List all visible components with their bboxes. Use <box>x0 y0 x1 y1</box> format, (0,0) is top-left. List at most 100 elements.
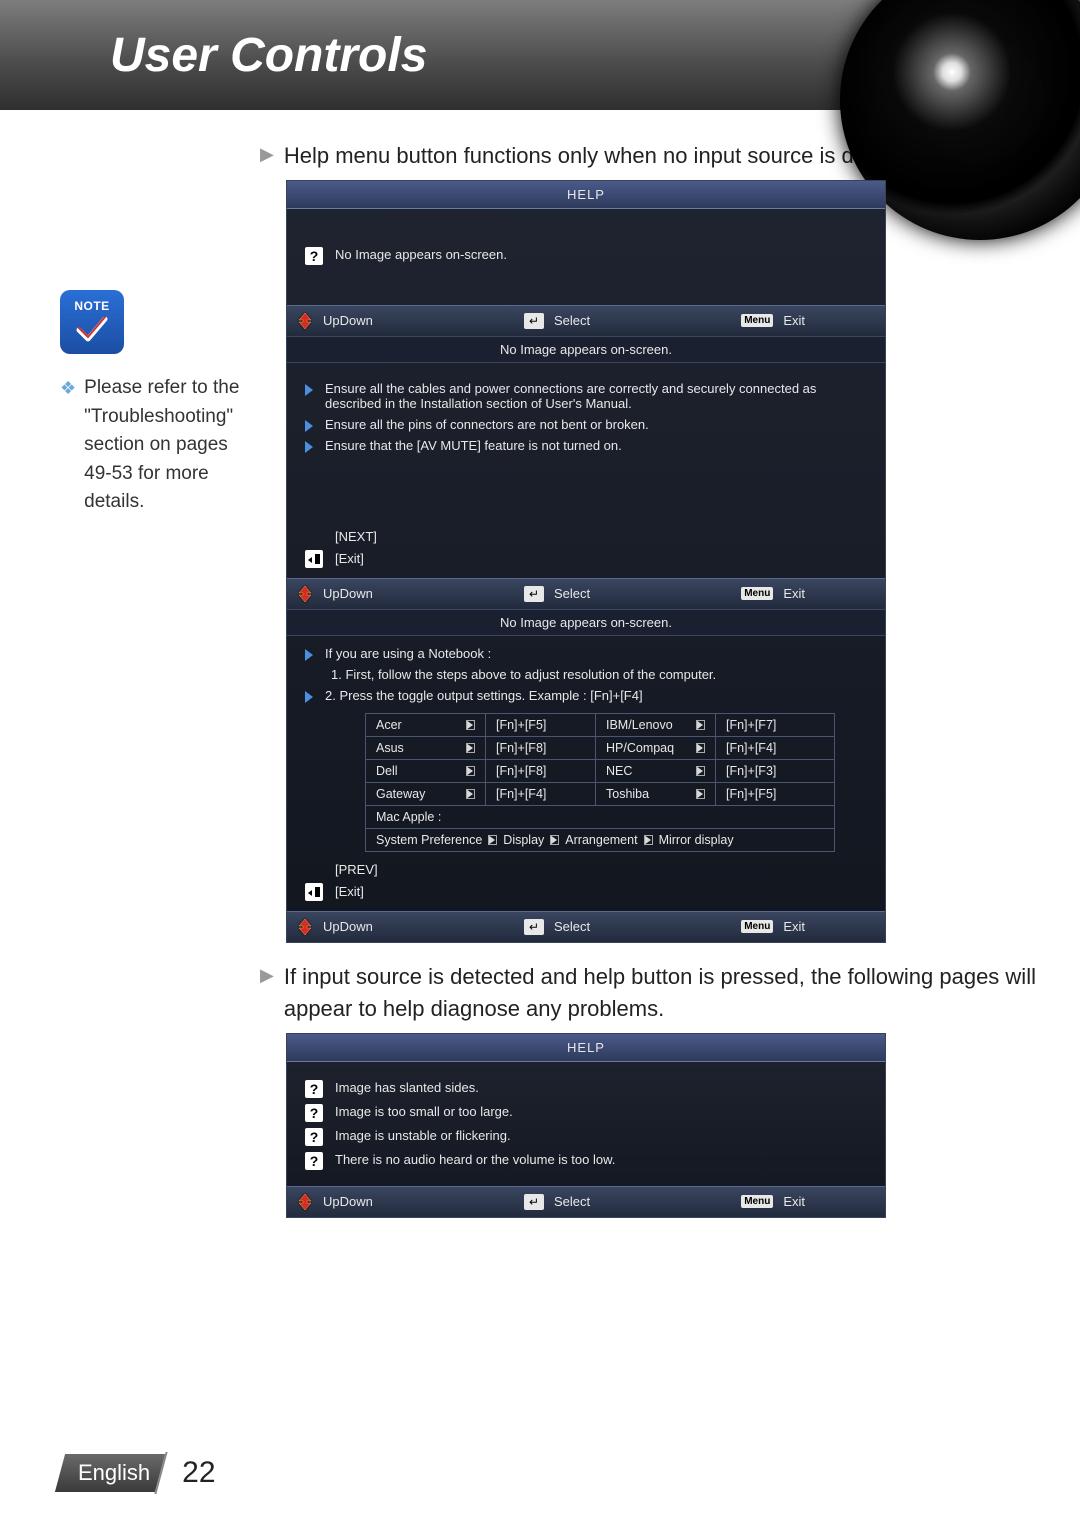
menu-icon: Menu <box>741 1195 773 1208</box>
osd-item: No Image appears on-screen. <box>335 247 507 262</box>
arrow-right-icon <box>466 743 475 753</box>
osd-footer: UpDown ↵ Select Menu Exit <box>287 578 885 609</box>
osd-footer: UpDown ↵ Select Menu Exit <box>287 305 885 336</box>
exit-icon <box>305 883 323 901</box>
arrow-right-icon <box>696 766 705 776</box>
brand-key: [Fn]+[F8] <box>486 760 596 782</box>
brand-key: [Fn]+[F3] <box>716 760 826 782</box>
osd-section-title: No Image appears on-screen. <box>287 609 885 636</box>
osd-item: There is no audio heard or the volume is… <box>335 1152 615 1167</box>
osd-bullet: Ensure all the pins of connectors are no… <box>325 417 649 432</box>
arrow-right-icon <box>466 789 475 799</box>
exit-link: [Exit] <box>335 551 364 566</box>
brand-name: Acer <box>376 718 402 732</box>
brand-key: [Fn]+[F5] <box>716 783 826 805</box>
brand-key: [Fn]+[F4] <box>716 737 826 759</box>
osd-item: Image is unstable or flickering. <box>335 1128 511 1143</box>
brand-name: HP/Compaq <box>606 741 674 755</box>
osd-section-title: No Image appears on-screen. <box>287 336 885 363</box>
arrow-right-icon <box>466 766 475 776</box>
question-icon: ? <box>305 247 323 265</box>
caret-icon <box>305 384 313 396</box>
updown-arrow-icon <box>297 1193 313 1211</box>
question-icon: ? <box>305 1128 323 1146</box>
enter-icon: ↵ <box>524 586 544 602</box>
exit-link: [Exit] <box>335 884 364 899</box>
select-label: Select <box>554 919 590 934</box>
enter-icon: ↵ <box>524 313 544 329</box>
enter-icon: ↵ <box>524 919 544 935</box>
brand-name: NEC <box>606 764 632 778</box>
updown-arrow-icon <box>297 918 313 936</box>
exit-label: Exit <box>783 313 805 328</box>
brand-name: IBM/Lenovo <box>606 718 673 732</box>
mac-label: Mac Apple : <box>366 806 834 828</box>
arrow-right-icon <box>696 789 705 799</box>
osd-bullet: Ensure all the cables and power connecti… <box>325 381 867 411</box>
osd-footer: UpDown ↵ Select Menu Exit <box>287 911 885 942</box>
menu-icon: Menu <box>741 920 773 933</box>
caret-icon <box>305 420 313 432</box>
osd-line: 2. Press the toggle output settings. Exa… <box>325 688 643 703</box>
updown-arrow-icon <box>297 585 313 603</box>
osd-help-screenshot: HELP ? Image has slanted sides. ? Image is… <box>286 1033 886 1218</box>
updown-label: UpDown <box>323 1194 373 1209</box>
header-band: User Controls <box>0 0 1080 110</box>
next-link: [NEXT] <box>335 529 867 544</box>
mac-path: System Preference Display Arrangement Mi… <box>366 829 834 851</box>
page-title: User Controls <box>110 28 427 83</box>
paragraph: If input source is detected and help but… <box>284 961 1040 1025</box>
caret-icon <box>305 649 313 661</box>
question-icon: ? <box>305 1152 323 1170</box>
arrow-right-icon <box>550 835 559 845</box>
page-number: 22 <box>168 1456 215 1490</box>
osd-item: Image is too small or too large. <box>335 1104 513 1119</box>
arrow-right-icon <box>696 720 705 730</box>
brand-name: Asus <box>376 741 404 755</box>
diamond-bullet-icon: ❖ <box>60 374 84 517</box>
osd-bullet: Ensure that the [AV MUTE] feature is not… <box>325 438 622 453</box>
paragraph: Help menu button functions only when no … <box>284 140 932 172</box>
exit-label: Exit <box>783 1194 805 1209</box>
brand-name: Dell <box>376 764 398 778</box>
updown-arrow-icon <box>297 312 313 330</box>
osd-title: HELP <box>287 181 885 209</box>
caret-icon <box>305 441 313 453</box>
prev-link: [PREV] <box>335 862 867 877</box>
menu-icon: Menu <box>741 587 773 600</box>
sidebar: NOTE ❖ Please refer to the "Troubleshoot… <box>60 140 260 1236</box>
enter-icon: ↵ <box>524 1194 544 1210</box>
arrow-right-icon <box>488 835 497 845</box>
triangle-bullet-icon: ▶ <box>260 961 284 986</box>
osd-title: HELP <box>287 1034 885 1062</box>
exit-label: Exit <box>783 586 805 601</box>
question-icon: ? <box>305 1080 323 1098</box>
select-label: Select <box>554 1194 590 1209</box>
checkmark-icon <box>75 315 109 345</box>
osd-line: If you are using a Notebook : <box>325 646 491 661</box>
brand-key: [Fn]+[F7] <box>716 714 826 736</box>
updown-label: UpDown <box>323 586 373 601</box>
select-label: Select <box>554 313 590 328</box>
osd-item: Image has slanted sides. <box>335 1080 479 1095</box>
page-footer: English 22 <box>60 1454 216 1492</box>
note-text: Please refer to the "Troubleshooting" se… <box>84 374 260 517</box>
brand-name: Gateway <box>376 787 425 801</box>
brand-key: [Fn]+[F8] <box>486 737 596 759</box>
select-label: Select <box>554 586 590 601</box>
arrow-right-icon <box>466 720 475 730</box>
note-badge: NOTE <box>60 290 124 354</box>
updown-label: UpDown <box>323 919 373 934</box>
exit-icon <box>305 550 323 568</box>
caret-icon <box>305 691 313 703</box>
arrow-right-icon <box>644 835 653 845</box>
osd-line: 1. First, follow the steps above to adju… <box>331 667 716 682</box>
brand-name: Toshiba <box>606 787 649 801</box>
brand-key: [Fn]+[F5] <box>486 714 596 736</box>
osd-help-screenshot: HELP ? No Image appears on-screen. UpDow… <box>286 180 886 943</box>
note-label: NOTE <box>74 299 109 313</box>
brand-hotkey-table: Acer [Fn]+[F5] IBM/Lenovo [Fn]+[F7] Asus… <box>365 713 835 852</box>
osd-footer: UpDown ↵ Select Menu Exit <box>287 1186 885 1217</box>
arrow-right-icon <box>696 743 705 753</box>
brand-key: [Fn]+[F4] <box>486 783 596 805</box>
